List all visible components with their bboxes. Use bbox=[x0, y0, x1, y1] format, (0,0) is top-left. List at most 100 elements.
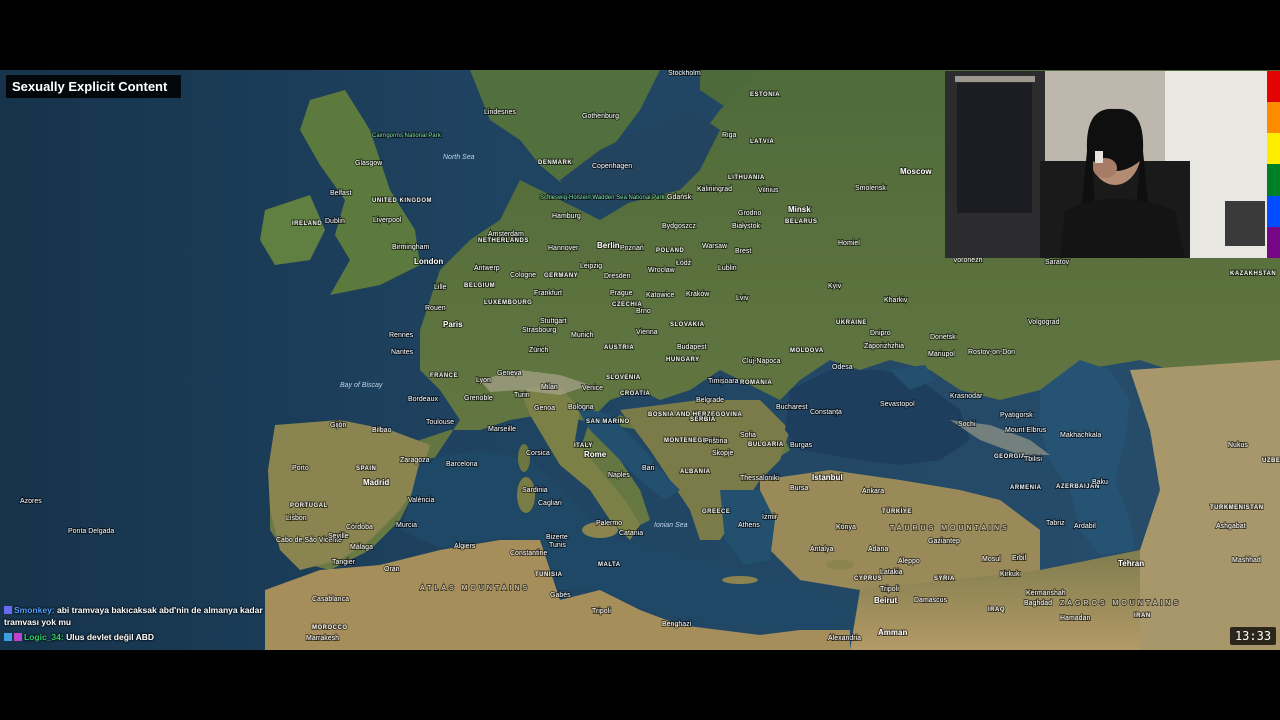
map-label-porto: Porto bbox=[292, 465, 309, 472]
map-label-rostov: Rostov-on-Don bbox=[968, 349, 1015, 356]
map-label-dnipro: Dnipro bbox=[870, 330, 891, 337]
map-label-luxembourg: LUXEMBOURG bbox=[484, 300, 532, 306]
map-label-toulouse: Toulouse bbox=[426, 419, 454, 426]
webcam-overlay bbox=[945, 71, 1267, 258]
map-label-belgrade: Belgrade bbox=[696, 397, 724, 404]
map-label-kermanshah: Kermanshah bbox=[1026, 590, 1066, 597]
map-label-tripoli-lb: Tripoli bbox=[880, 586, 899, 593]
map-label-baghdad: Baghdad bbox=[1024, 600, 1052, 607]
map-label-amman: Amman bbox=[878, 628, 907, 637]
map-label-tunis: Tunis bbox=[549, 542, 566, 549]
map-label-konya: Konya bbox=[836, 524, 856, 531]
rainbow-stripe bbox=[1267, 71, 1280, 103]
map-label-turkmenistan: TURKMENISTAN bbox=[1210, 505, 1264, 511]
map-label-benghazi: Benghazi bbox=[662, 621, 692, 628]
crete-island bbox=[722, 576, 758, 584]
map-label-frankfurt: Frankfurt bbox=[534, 290, 562, 297]
cyprus-island bbox=[826, 560, 854, 570]
map-label-gabes: Gabès bbox=[550, 592, 571, 599]
map-label-france: FRANCE bbox=[430, 373, 458, 379]
map-label-wadden: Schleswig-Holstein Wadden Sea National P… bbox=[540, 195, 666, 201]
map-label-erbil: Erbil bbox=[1012, 555, 1026, 562]
map-label-croatia: CROATIA bbox=[620, 391, 651, 397]
map-label-damascus: Damascus bbox=[914, 597, 948, 604]
map-label-birmingham: Birmingham bbox=[392, 244, 430, 251]
map-label-liverpool: Liverpool bbox=[373, 217, 402, 224]
map-label-lithuania: LITHUANIA bbox=[728, 175, 765, 181]
map-label-gdansk: Gdańsk bbox=[667, 194, 692, 201]
map-label-smolensk: Smolensk bbox=[855, 185, 886, 192]
map-label-ionian-sea: Ionian Sea bbox=[654, 522, 688, 529]
map-label-paris: Paris bbox=[443, 320, 463, 329]
map-label-albania: ALBANIA bbox=[680, 469, 711, 475]
map-label-odesa: Odesa bbox=[832, 364, 853, 371]
map-label-zaragoza: Zaragoza bbox=[400, 457, 430, 464]
chat-username: Logic_34: bbox=[24, 632, 64, 642]
map-label-nukus: Nukus bbox=[1228, 442, 1248, 449]
map-label-slovakia: SLOVAKIA bbox=[670, 322, 705, 328]
map-label-grodno: Grodno bbox=[738, 210, 761, 217]
cup bbox=[1095, 151, 1103, 163]
map-label-skopje: Skopje bbox=[712, 450, 734, 457]
map-label-italy: ITALY bbox=[574, 443, 593, 449]
map-label-denmark: DENMARK bbox=[538, 160, 572, 166]
map-label-budapest: Budapest bbox=[677, 344, 707, 351]
map-label-prague: Prague bbox=[610, 290, 633, 297]
chat-badge-icon bbox=[14, 633, 22, 641]
map-label-aleppo: Aleppo bbox=[898, 558, 920, 565]
map-label-ashgabat: Ashgabat bbox=[1216, 523, 1246, 530]
map-label-hamburg: Hamburg bbox=[552, 213, 581, 220]
map-label-gaziantep: Gaziantep bbox=[928, 538, 960, 545]
map-label-lille: Lille bbox=[434, 284, 447, 291]
map-label-belarus: BELARUS bbox=[785, 219, 818, 225]
map-label-spain: SPAIN bbox=[356, 466, 376, 472]
map-label-rouen: Rouen bbox=[425, 305, 446, 312]
map-label-ukraine: UKRAINE bbox=[836, 320, 867, 326]
map-label-mariupol: Mariupol bbox=[928, 351, 955, 358]
map-label-cagliari: Cagliari bbox=[538, 500, 562, 507]
map-label-poland: POLAND bbox=[656, 248, 685, 254]
rainbow-stripe bbox=[1267, 195, 1280, 227]
map-label-latvia: LATVIA bbox=[750, 139, 774, 145]
map-label-algiers: Algiers bbox=[454, 543, 476, 550]
map-label-kyiv: Kyiv bbox=[828, 283, 842, 290]
content-warning-badge: Sexually Explicit Content bbox=[6, 75, 182, 98]
map-label-izmir: İzmir bbox=[762, 512, 778, 521]
map-label-cyprus: CYPRUS bbox=[854, 576, 882, 582]
map-label-burgas: Burgas bbox=[790, 442, 813, 449]
webcam-feed bbox=[945, 71, 1267, 258]
map-label-rome: Rome bbox=[584, 450, 607, 459]
map-label-tbilisi: Tbilisi bbox=[1024, 456, 1042, 463]
map-label-turkiye: TÜRKİYE bbox=[882, 508, 912, 515]
map-label-donetsk: Donetsk bbox=[930, 334, 956, 341]
map-label-lyon: Lyon bbox=[476, 377, 491, 384]
map-label-beirut: Beirut bbox=[874, 596, 897, 605]
map-label-lviv: Lviv bbox=[736, 295, 749, 302]
map-label-ponta-delgada: Ponta Delgada bbox=[68, 528, 114, 535]
map-label-cluj: Cluj-Napoca bbox=[742, 358, 781, 365]
map-label-munich: Munich bbox=[571, 332, 594, 339]
map-label-belfast: Belfast bbox=[330, 190, 351, 197]
map-label-greece: GREECE bbox=[702, 509, 730, 515]
chat-message: Logic_34: Ulus devlet değil ABD bbox=[4, 631, 274, 643]
map-label-krakow: Kraków bbox=[686, 291, 710, 298]
chat-badge-icon bbox=[4, 633, 12, 641]
rainbow-stripe bbox=[1267, 226, 1280, 258]
map-label-taurus: TAURUS MOUNTAINS bbox=[890, 525, 1010, 532]
map-label-malta: MALTA bbox=[598, 562, 621, 568]
map-label-athens: Athens bbox=[738, 522, 760, 529]
map-label-seville: Seville bbox=[328, 533, 349, 540]
map-label-bay-of-biscay: Bay of Biscay bbox=[340, 382, 383, 389]
map-label-lublin: Lublin bbox=[718, 265, 737, 272]
map-label-saratov: Saratov bbox=[1045, 259, 1070, 266]
map-label-tunisia: TUNISIA bbox=[535, 572, 563, 578]
map-label-armenia: ARMENIA bbox=[1010, 485, 1042, 491]
map-label-tangier: Tangier bbox=[332, 559, 356, 566]
map-label-hanover: Hannover bbox=[548, 245, 579, 252]
map-label-vienna: Vienna bbox=[636, 329, 658, 336]
map-label-voronezh: Voronezh bbox=[953, 257, 983, 264]
map-label-lisbon: Lisbon bbox=[286, 515, 307, 522]
map-label-catania: Catania bbox=[619, 530, 643, 537]
map-label-zurich: Zürich bbox=[529, 347, 549, 354]
map-label-berlin: Berlin bbox=[597, 241, 620, 250]
